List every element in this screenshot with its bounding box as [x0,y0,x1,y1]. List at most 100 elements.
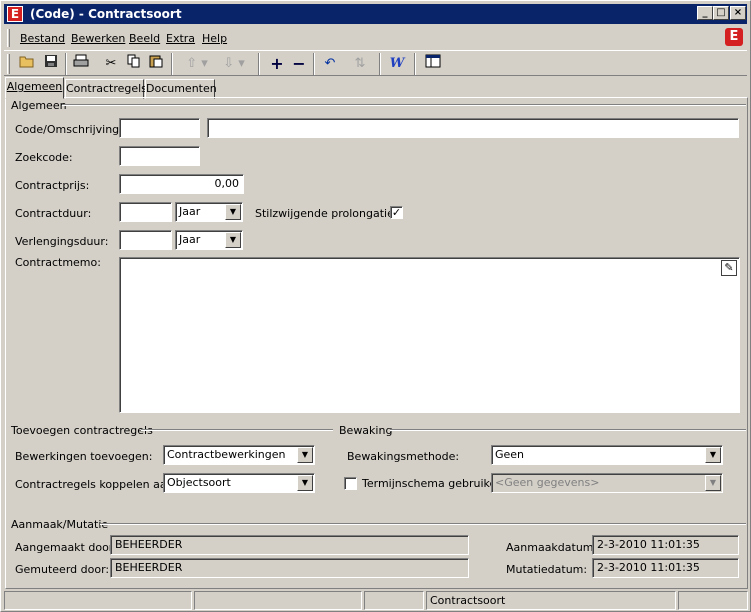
status-cell-contractsoort: Contractsoort [426,591,676,610]
contractduur-unit-value: Jaar [179,205,201,218]
mutatiedatum-label: Mutatiedatum: [506,563,588,576]
prolongatie-checkbox[interactable]: ✓ [390,206,403,219]
toolbar-separator [258,53,260,75]
save-icon[interactable] [40,54,62,74]
tab-algemeen[interactable]: Algemeen [5,77,64,99]
group-divider [100,523,746,525]
group-title-mutatie: Aanmaak/Mutatie [11,518,109,531]
bewerkingen-value: Contractbewerkingen [167,448,286,461]
menu-beeld-label: Beeld [129,32,161,45]
chevron-down-icon[interactable]: ▼ [705,447,721,463]
termijnschema-checkbox[interactable] [344,477,357,490]
chevron-down-icon[interactable]: ▼ [705,475,721,491]
tab-documenten-label: Documenten [146,82,217,95]
menu-beeld[interactable]: Beeld [129,32,160,45]
bewerkingen-select[interactable]: Contractbewerkingen ▼ [163,445,315,465]
koppelen-value: Objectsoort [167,476,231,489]
window-title: (Code) - Contractsoort [30,7,182,21]
termijnschema-value: <Geen gegevens> [495,476,600,489]
cut-icon[interactable]: ✂ [100,54,122,74]
group-title-toevoegen: Toevoegen contractregels [11,424,153,437]
app-icon[interactable]: E [7,6,23,22]
koppelen-select[interactable]: Objectsoort ▼ [163,473,315,493]
chevron-down-icon[interactable]: ▼ [297,447,313,463]
menu-bestand-label: Bestand [20,32,66,45]
status-cell [194,591,362,610]
koppelen-label: Contractregels koppelen aan: [15,478,178,491]
prolongatie-label: Stilzwijgende prolongatie? [255,207,400,220]
layout-icon[interactable] [422,54,444,74]
menu-bewerken-label: Bewerken [71,32,126,45]
word-icon[interactable]: W [386,54,408,74]
aangemaakt-field: BEHEERDER [110,535,469,555]
bewakingsmethode-select[interactable]: Geen ▼ [491,445,723,465]
maximize-button[interactable]: □ [713,6,729,20]
termijnschema-select[interactable]: <Geen gegevens> ▼ [491,473,723,493]
bewakingsmethode-value: Geen [495,448,525,461]
print-icon[interactable] [70,54,92,74]
termijnschema-label: Termijnschema gebruiken [362,477,504,490]
toolbar-grip[interactable] [7,54,10,74]
toolbar-separator [379,53,381,75]
main-window: E (Code) - Contractsoort _ □ × Bestand B… [0,0,751,612]
status-cell [4,591,192,610]
zoekcode-label: Zoekcode: [15,151,73,164]
toolbar: ✂ ⇧ ▾ ⇩ ▾ + − ↶ ⇅ W [4,50,747,76]
undo-icon[interactable]: ↶ [319,54,341,74]
toolbar-separator [171,53,173,75]
arrow-down-icon[interactable]: ⇩ ▾ [219,54,249,74]
remove-icon[interactable]: − [288,54,310,74]
group-divider [62,104,746,106]
menu-extra[interactable]: Extra [166,32,195,45]
group-title-algemeen: Algemeen [11,99,67,112]
refresh-icon[interactable]: ⇅ [349,54,371,74]
contractmemo-textarea[interactable] [119,257,740,413]
tab-contractregels-label: Contractregels [66,82,147,95]
menu-bewerken[interactable]: Bewerken [71,32,125,45]
status-cell [364,591,424,610]
toolbar-separator [65,53,67,75]
copy-icon[interactable] [123,54,145,74]
tab-contractregels[interactable]: Contractregels [65,79,147,99]
verlengingsduur-unit-select[interactable]: Jaar ▼ [175,230,243,250]
status-bar: Contractsoort [4,591,748,610]
close-button[interactable]: × [730,6,746,20]
paste-icon[interactable] [145,54,167,74]
open-folder-icon[interactable] [16,54,38,74]
tab-algemeen-label: Algemeen [6,80,63,93]
group-divider [141,429,333,431]
menu-grip[interactable] [7,29,10,47]
chevron-down-icon[interactable]: ▼ [297,475,313,491]
verlengingsduur-unit-value: Jaar [179,233,201,246]
company-logo: E [725,28,743,46]
arrow-up-icon[interactable]: ⇧ ▾ [182,54,212,74]
omschrijving-input[interactable] [207,118,739,138]
zoekcode-input[interactable] [119,146,200,166]
contractduur-label: Contractduur: [15,207,92,220]
contractprijs-input[interactable]: 0,00 [119,174,244,194]
tab-documenten[interactable]: Documenten [145,79,217,99]
title-bar[interactable]: E (Code) - Contractsoort _ □ × [4,4,747,24]
minimize-button[interactable]: _ [697,6,713,20]
aangemaakt-label: Aangemaakt door: [15,541,117,554]
verlengingsduur-input[interactable] [119,230,172,250]
chevron-down-icon[interactable]: ▼ [225,232,241,248]
group-divider [390,429,746,431]
add-icon[interactable]: + [266,54,288,74]
contractprijs-label: Contractprijs: [15,179,90,192]
chevron-down-icon[interactable]: ▼ [225,204,241,220]
menu-extra-label: Extra [166,32,196,45]
gemuteerd-field: BEHEERDER [110,558,469,578]
menu-bestand[interactable]: Bestand [20,32,65,45]
gemuteerd-label: Gemuteerd door: [15,563,110,576]
contractduur-unit-select[interactable]: Jaar ▼ [175,202,243,222]
contractduur-input[interactable] [119,202,172,222]
status-cell [678,591,748,610]
code-input[interactable] [119,118,200,138]
toolbar-separator [414,53,416,75]
verlengingsduur-label: Verlengingsduur: [15,235,109,248]
code-label: Code/Omschrijving: [15,123,123,136]
group-title-bewaking: Bewaking [339,424,393,437]
menu-help[interactable]: Help [202,32,227,45]
edit-memo-icon[interactable]: ✎ [721,260,737,276]
